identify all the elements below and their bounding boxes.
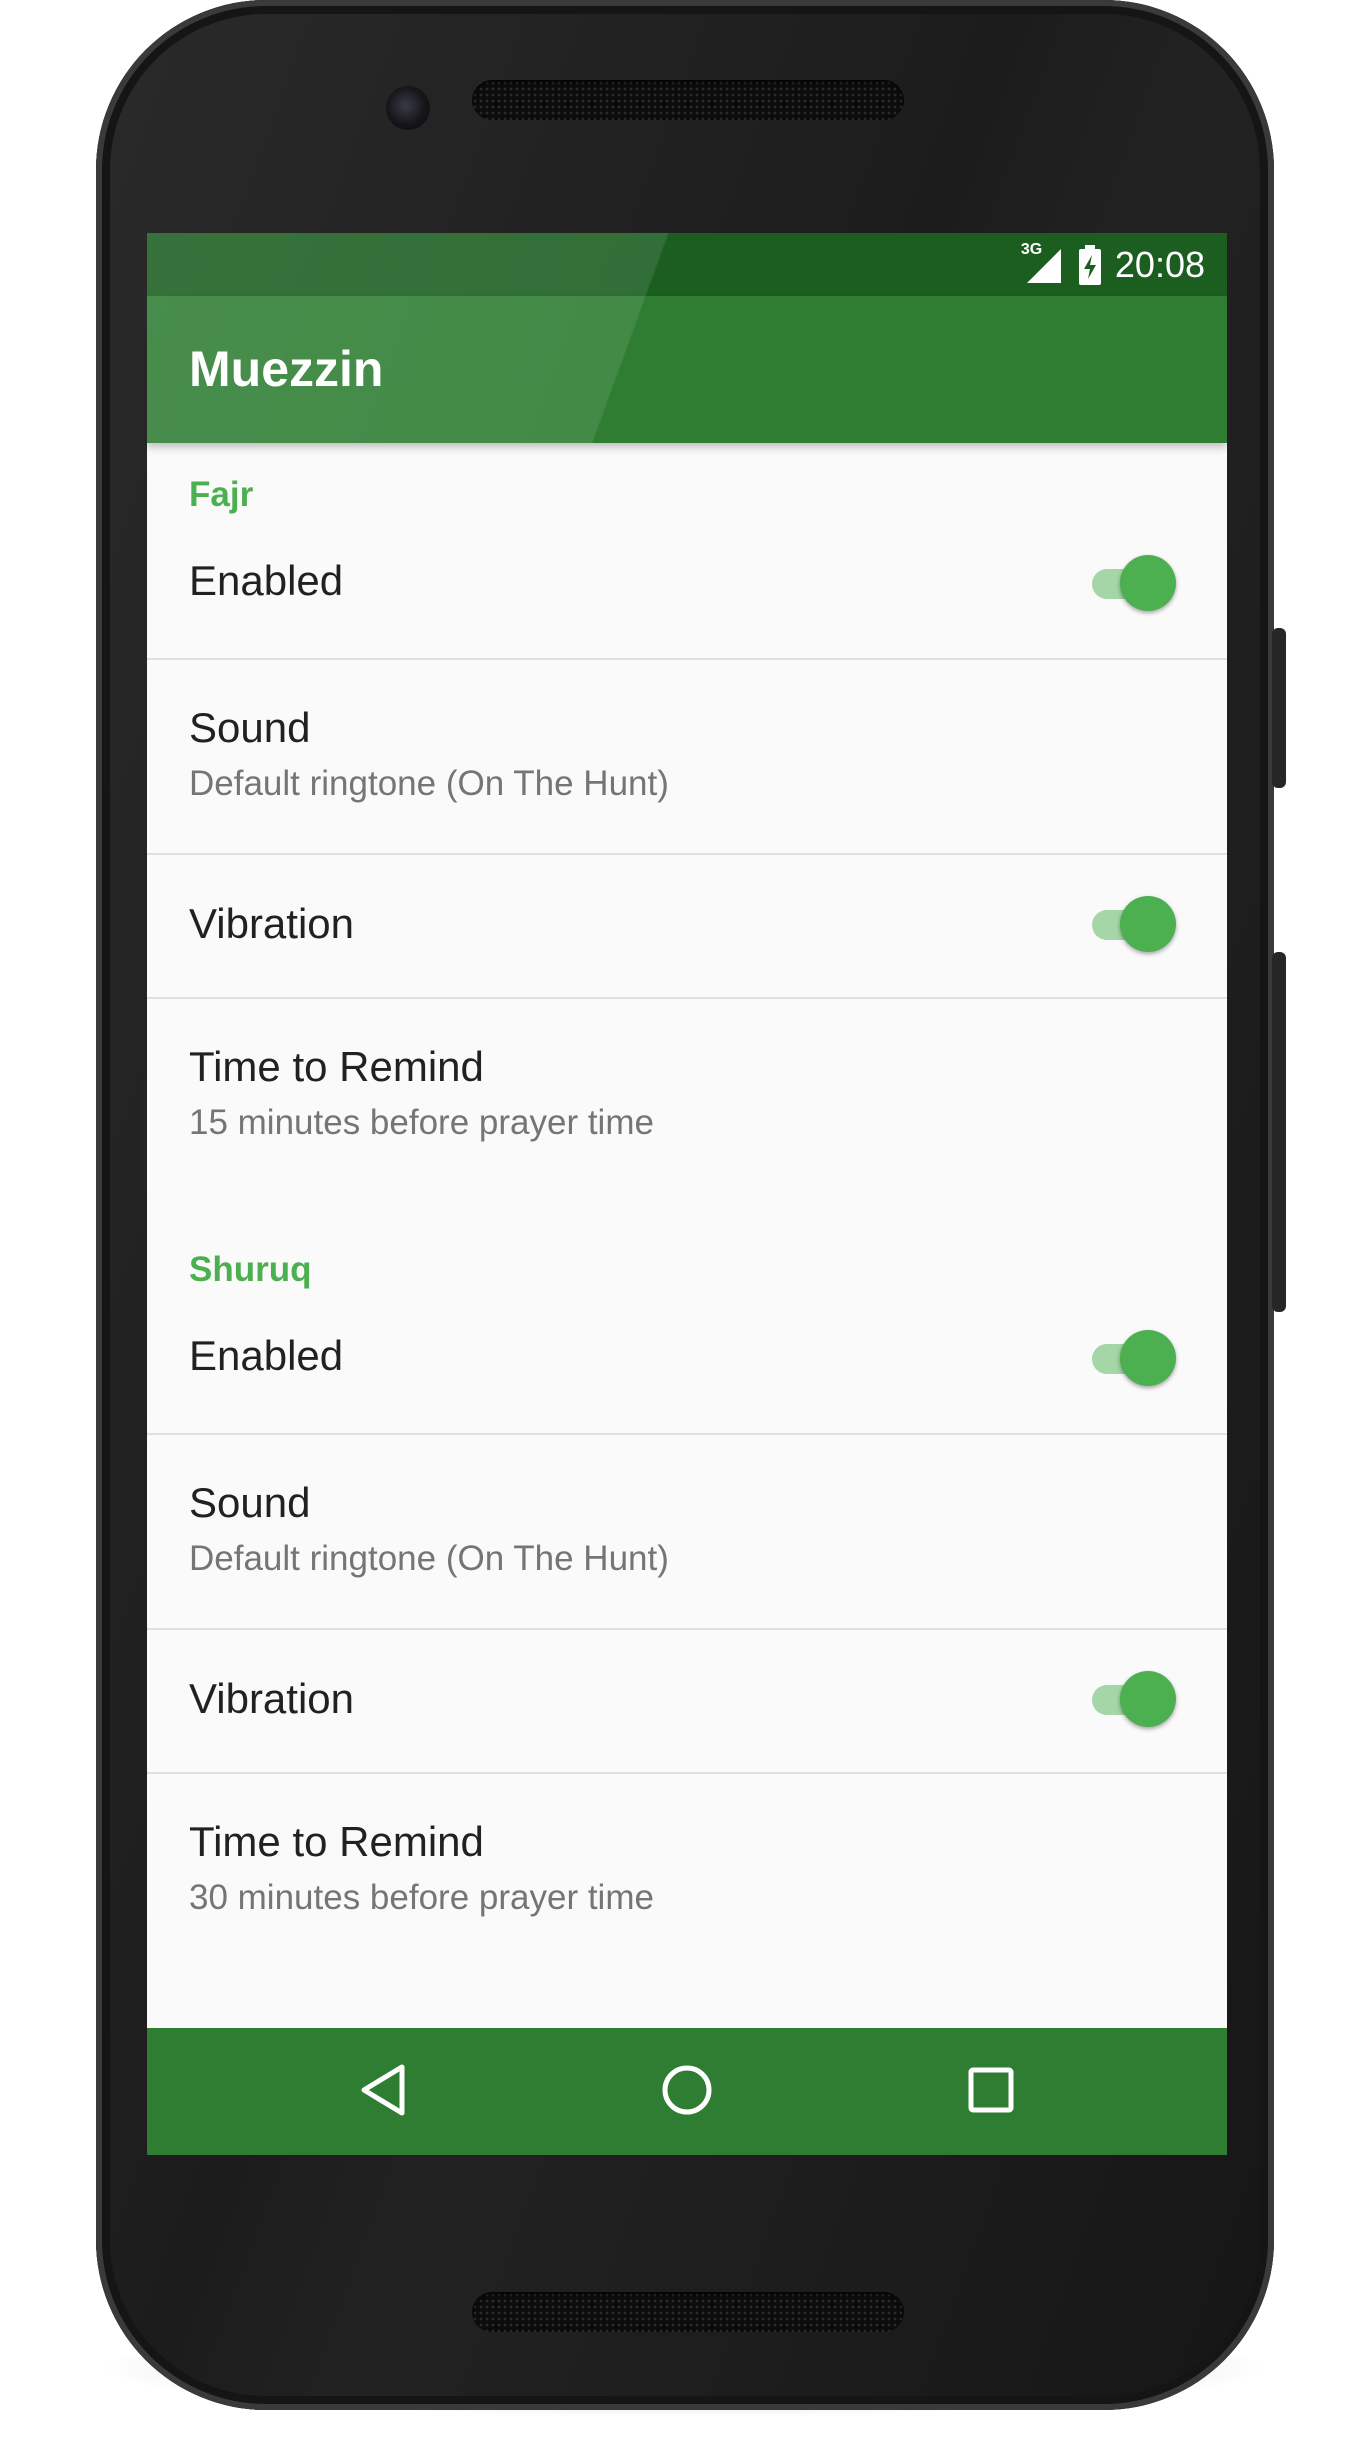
pref-fajr-enabled[interactable]: Enabled	[147, 513, 1227, 658]
pref-title: Sound	[189, 1479, 311, 1526]
status-time: 20:08	[1114, 243, 1205, 285]
app-bar: Muezzin	[147, 296, 1227, 443]
switch-thumb	[1120, 1671, 1176, 1727]
power-button	[1272, 628, 1286, 788]
shuruq-vibration-switch[interactable]	[1092, 1671, 1176, 1727]
pref-title: Vibration	[189, 1675, 355, 1722]
pref-summary: 15 minutes before prayer time	[189, 1103, 654, 1142]
pref-summary: 30 minutes before prayer time	[189, 1878, 654, 1917]
pref-shuruq-sound[interactable]: Sound Default ringtone (On The Hunt)	[147, 1435, 1227, 1628]
signal-icon: 3G	[1021, 241, 1065, 285]
pref-title: Vibration	[189, 900, 355, 947]
pref-summary: Default ringtone (On The Hunt)	[189, 764, 669, 803]
pref-fajr-remind[interactable]: Time to Remind 15 minutes before prayer …	[147, 999, 1227, 1195]
pref-title: Enabled	[189, 1332, 344, 1379]
bottom-speaker	[472, 2292, 904, 2332]
top-speaker	[472, 80, 904, 120]
battery-icon	[1077, 244, 1103, 285]
screen: 3G 20:08 Muezzin Fajr Enabled Sound Defa…	[147, 233, 1227, 2155]
status-bar: 3G 20:08	[147, 233, 1227, 296]
pref-shuruq-vibration[interactable]: Vibration	[147, 1630, 1227, 1772]
pref-title: Time to Remind	[189, 1818, 484, 1865]
fajr-enabled-switch[interactable]	[1092, 555, 1176, 611]
home-button[interactable]	[643, 2048, 731, 2136]
pref-title: Enabled	[189, 557, 344, 604]
pref-shuruq-enabled[interactable]: Enabled	[147, 1288, 1227, 1433]
pref-summary: Default ringtone (On The Hunt)	[189, 1539, 669, 1578]
back-button[interactable]	[339, 2048, 427, 2136]
recents-button[interactable]	[947, 2048, 1035, 2136]
pref-fajr-sound[interactable]: Sound Default ringtone (On The Hunt)	[147, 660, 1227, 853]
back-icon	[358, 2063, 408, 2122]
pref-title: Sound	[189, 704, 311, 751]
pref-fajr-vibration[interactable]: Vibration	[147, 855, 1227, 997]
shuruq-enabled-switch[interactable]	[1092, 1330, 1176, 1386]
pref-title: Time to Remind	[189, 1043, 484, 1090]
pref-shuruq-remind[interactable]: Time to Remind 30 minutes before prayer …	[147, 1774, 1227, 1994]
navigation-bar	[147, 2028, 1227, 2155]
category-shuruq: Shuruq	[189, 1250, 312, 1289]
switch-thumb	[1120, 896, 1176, 952]
switch-thumb	[1120, 555, 1176, 611]
recents-icon	[967, 2066, 1015, 2119]
front-camera	[386, 86, 430, 130]
home-icon	[660, 2063, 714, 2122]
switch-thumb	[1120, 1330, 1176, 1386]
category-fajr: Fajr	[189, 475, 254, 514]
app-title: Muezzin	[189, 341, 384, 397]
network-type-label: 3G	[1020, 240, 1043, 258]
volume-button	[1272, 952, 1286, 1312]
fajr-vibration-switch[interactable]	[1092, 896, 1176, 952]
